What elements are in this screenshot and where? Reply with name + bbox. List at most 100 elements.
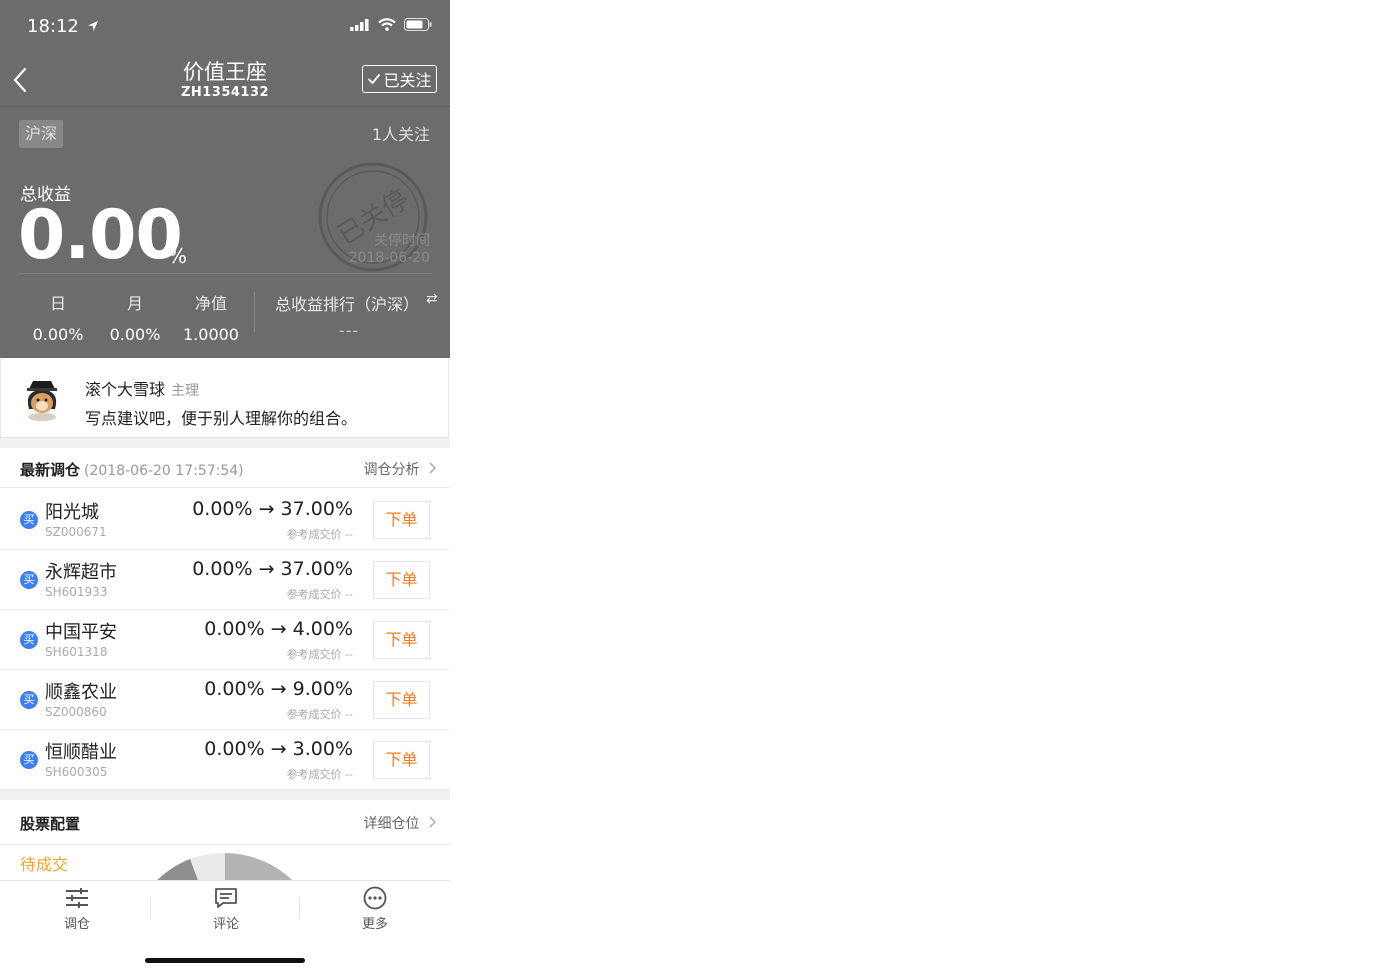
stat-nav-label: 净值 [194, 294, 227, 313]
stat-day: 日 0.00% [18, 290, 98, 344]
buy-badge: 买 [20, 691, 38, 709]
reference-price: 参考成交价 -- [286, 588, 353, 601]
section-gap [0, 790, 450, 800]
total-return-value: 0.00 [18, 196, 183, 275]
stat-month-value: 0.00% [109, 325, 161, 344]
follower-count: 1人关注 [371, 125, 430, 144]
rebalance-row[interactable]: 买 恒顺醋业 SH600305 0.00% → 3.00% 参考成交价 -- 下… [0, 730, 450, 790]
stock-name: 永辉超市 [45, 562, 117, 583]
manager-role: 主理 [171, 383, 200, 399]
chevron-right-icon [429, 462, 437, 474]
more-icon [363, 886, 387, 910]
followed-button[interactable]: 已关注 [362, 65, 437, 93]
followed-label: 已关注 [383, 71, 432, 90]
tab-more-label: 更多 [361, 917, 388, 932]
pending-label: 待成交 [20, 855, 69, 874]
status-icons [350, 18, 432, 31]
stat-nav-value: 1.0000 [183, 325, 239, 344]
stat-day-label: 日 [49, 294, 66, 313]
rebalance-analysis-link[interactable]: 调仓分析 [364, 459, 438, 479]
rank-value: --- [338, 321, 360, 340]
rebalance-row[interactable]: 买 阳光城 SZ000671 0.00% → 37.00% 参考成交价 -- 下… [0, 490, 450, 550]
reference-price: 参考成交价 -- [286, 768, 353, 781]
place-order-button[interactable]: 下单 [373, 741, 430, 779]
rebalance-analysis-label: 调仓分析 [363, 462, 420, 478]
stock-name: 顺鑫农业 [45, 682, 117, 703]
swap-icon[interactable]: ⇄ [426, 291, 438, 307]
rebalance-row[interactable]: 买 中国平安 SH601318 0.00% → 4.00% 参考成交价 -- 下… [0, 610, 450, 670]
tab-comment[interactable]: 评论 [151, 881, 301, 935]
reference-price: 参考成交价 -- [286, 648, 353, 661]
weight-change: 0.00% → 4.00% [204, 618, 353, 640]
phone-screen: 18:12 价值王座 ZH1354132 已关注 沪深 1人关注 总收益 0.0… [0, 0, 450, 974]
total-return-unit: % [168, 244, 188, 268]
status-time: 18:12 [27, 16, 99, 37]
tab-more[interactable]: 更多 [300, 881, 450, 935]
check-icon [368, 73, 381, 85]
place-order-button[interactable]: 下单 [373, 501, 430, 539]
place-order-button[interactable]: 下单 [373, 561, 430, 599]
tab-comment-label: 评论 [212, 917, 239, 932]
weight-change: 0.00% → 9.00% [204, 678, 353, 700]
rebalance-header: 最新调仓 (2018-06-20 17:57:54) 调仓分析 [0, 448, 450, 488]
detail-positions-label: 详细仓位 [363, 816, 420, 832]
rebalance-date: (2018-06-20 17:57:54) [84, 463, 244, 479]
stat-month: 月 0.00% [95, 290, 175, 344]
portfolio-header: 18:12 价值王座 ZH1354132 已关注 沪深 1人关注 总收益 0.0… [0, 0, 450, 358]
stat-day-value: 0.00% [32, 325, 84, 344]
wifi-icon [378, 18, 396, 31]
stock-name: 阳光城 [45, 502, 99, 523]
rebalance-row[interactable]: 买 永辉超市 SH601933 0.00% → 37.00% 参考成交价 -- … [0, 550, 450, 610]
closed-time-label: 关停时间 [374, 233, 430, 249]
stats-separator [254, 292, 255, 332]
rebalance-title: 最新调仓 (2018-06-20 17:57:54) [20, 459, 244, 480]
manager-description: 写点建议吧，便于别人理解你的组合。 [85, 409, 358, 428]
manager-name-row: 滚个大雪球 主理 [85, 376, 199, 400]
weight-change: 0.00% → 37.00% [192, 498, 353, 520]
place-order-button[interactable]: 下单 [373, 681, 430, 719]
buy-badge: 买 [20, 631, 38, 649]
avatar[interactable] [19, 373, 65, 423]
manager-name[interactable]: 滚个大雪球 [85, 380, 165, 399]
allocation-title: 股票配置 [20, 815, 81, 833]
buy-badge: 买 [20, 751, 38, 769]
stat-month-label: 月 [126, 294, 143, 313]
sliders-icon [66, 888, 88, 908]
home-indicator[interactable] [145, 958, 305, 963]
stock-code: SZ000671 [45, 525, 107, 539]
stock-code: SH601933 [45, 585, 108, 599]
manager-card: 滚个大雪球 主理 写点建议吧，便于别人理解你的组合。 [0, 358, 449, 438]
chevron-right-icon [429, 816, 437, 828]
weight-change: 0.00% → 37.00% [192, 558, 353, 580]
buy-badge: 买 [20, 511, 38, 529]
rebalance-title-text: 最新调仓 [20, 461, 81, 479]
stock-code: SH601318 [45, 645, 108, 659]
reference-price: 参考成交价 -- [286, 528, 353, 541]
buy-badge: 买 [20, 571, 38, 589]
rebalance-row[interactable]: 买 顺鑫农业 SZ000860 0.00% → 9.00% 参考成交价 -- 下… [0, 670, 450, 730]
place-order-button[interactable]: 下单 [373, 621, 430, 659]
signal-icon [350, 18, 369, 31]
section-gap [0, 438, 450, 448]
reference-price: 参考成交价 -- [286, 708, 353, 721]
allocation-pie-chart[interactable] [130, 852, 320, 882]
battery-icon [404, 18, 432, 31]
tab-rebalance-label: 调仓 [63, 917, 90, 932]
location-arrow-icon [87, 21, 98, 31]
detail-positions-link[interactable]: 详细仓位 [364, 813, 438, 833]
stats-divider [18, 273, 432, 274]
allocation-header: 股票配置 详细仓位 [0, 802, 450, 845]
stock-name: 恒顺醋业 [45, 742, 117, 763]
stock-name: 中国平安 [45, 622, 117, 643]
tab-rebalance[interactable]: 调仓 [2, 881, 152, 935]
stock-code: SH600305 [45, 765, 108, 779]
market-tag: 沪深 [19, 120, 64, 148]
status-time-text: 18:12 [27, 16, 79, 37]
stock-code: SZ000860 [45, 705, 107, 719]
comment-icon [215, 888, 237, 908]
stat-nav: 净值 1.0000 [171, 290, 251, 344]
closed-date: 2018-06-20 [348, 250, 430, 266]
header-divider [0, 106, 450, 107]
rank-label: 总收益排行（沪深） [275, 295, 420, 314]
weight-change: 0.00% → 3.00% [204, 738, 353, 760]
